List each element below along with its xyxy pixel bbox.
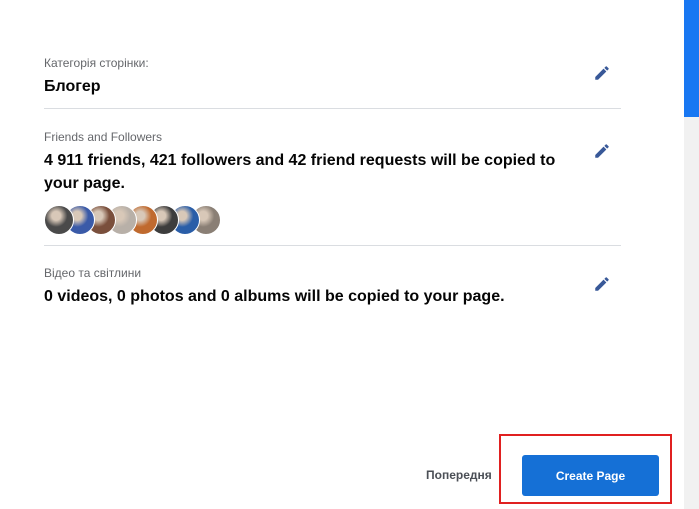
friends-followers-value: 4 911 friends, 421 followers and 42 frie… xyxy=(44,152,556,192)
videos-photos-section: Відео та світлини 0 videos, 0 photos and… xyxy=(44,266,621,308)
page-category-label: Категорія сторінки: xyxy=(44,56,149,70)
pencil-icon xyxy=(595,66,609,80)
edit-page-category-button[interactable] xyxy=(590,61,614,85)
pencil-icon xyxy=(595,144,609,158)
edit-friends-followers-button[interactable] xyxy=(590,139,614,163)
divider xyxy=(44,245,621,246)
edit-videos-photos-button[interactable] xyxy=(590,272,614,296)
create-page-button[interactable]: Create Page xyxy=(522,455,659,496)
friend-avatar xyxy=(44,205,74,235)
videos-photos-label: Відео та світлини xyxy=(44,266,142,280)
friends-followers-section: Friends and Followers 4 911 friends, 421… xyxy=(44,130,564,195)
page-category-section: Категорія сторінки: Блогер xyxy=(44,56,621,98)
friends-avatar-row xyxy=(44,205,221,237)
scrollbar[interactable] xyxy=(684,0,699,509)
scrollbar-thumb[interactable] xyxy=(684,0,699,117)
create-page-panel: Категорія сторінки: Блогер Friends and F… xyxy=(0,0,684,509)
divider xyxy=(44,108,621,109)
videos-photos-value: 0 videos, 0 photos and 0 albums will be … xyxy=(44,288,505,305)
friends-followers-label: Friends and Followers xyxy=(44,130,163,144)
previous-button[interactable]: Попередня xyxy=(426,468,492,482)
page-category-value: Блогер xyxy=(44,78,101,95)
pencil-icon xyxy=(595,277,609,291)
